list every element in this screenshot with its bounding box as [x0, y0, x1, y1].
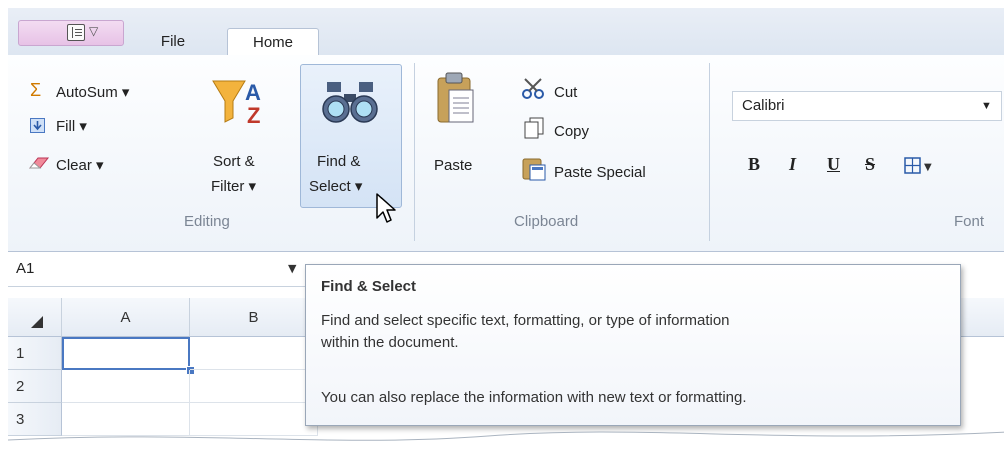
spreadsheet-window: ▽ File Home Σ AutoSum ▾ Fill ▾ Clear ▾ A — [8, 8, 1004, 449]
torn-edge — [8, 431, 1004, 449]
